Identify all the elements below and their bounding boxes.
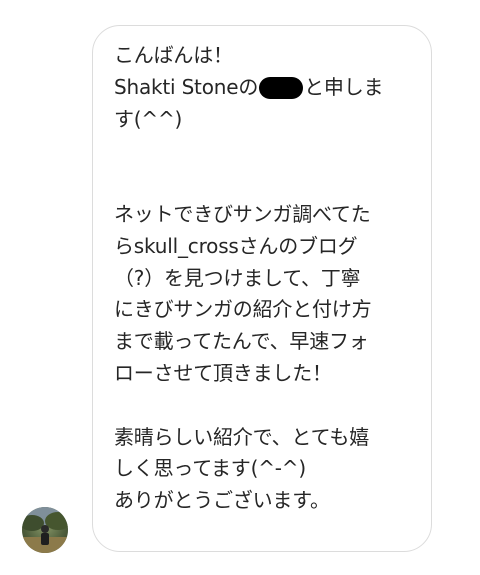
message-text: と申しま [304, 74, 384, 99]
message-line: ネットできびサンガ調べてた [114, 201, 371, 226]
avatar-photo-icon [22, 507, 68, 553]
message-line: しく思ってます(^-^) [114, 456, 306, 481]
sender-avatar[interactable] [22, 507, 68, 553]
message-line: （?）を見つけまして、丁寧 [114, 265, 361, 290]
message-bubble[interactable]: こんばんは！ Shakti Stoneの と申しま す(^^) ネットできびサンガ… [92, 25, 432, 552]
message-line: まで載ってたんで、早速フォ [114, 329, 369, 354]
message-line: ありがとうございます。 [114, 488, 330, 513]
message-line: こんばんは！ [114, 43, 233, 67]
message-line: ローさせて頂きました！ [114, 360, 332, 385]
chat-screen: こんばんは！ Shakti Stoneの と申しま す(^^) ネットできびサンガ… [0, 0, 480, 575]
redacted-name [259, 76, 304, 99]
message-text: Shakti Stoneの [114, 74, 259, 99]
message-line: Shakti Stoneの と申しま [114, 72, 421, 104]
message-line: にきびサンガの紹介と付け方 [114, 297, 372, 322]
message-line: 素晴らしい紹介で、とても嬉 [114, 424, 369, 449]
message-line: す(^^) [114, 106, 183, 131]
message-line: らskull_crossさんのブログ [114, 233, 358, 258]
